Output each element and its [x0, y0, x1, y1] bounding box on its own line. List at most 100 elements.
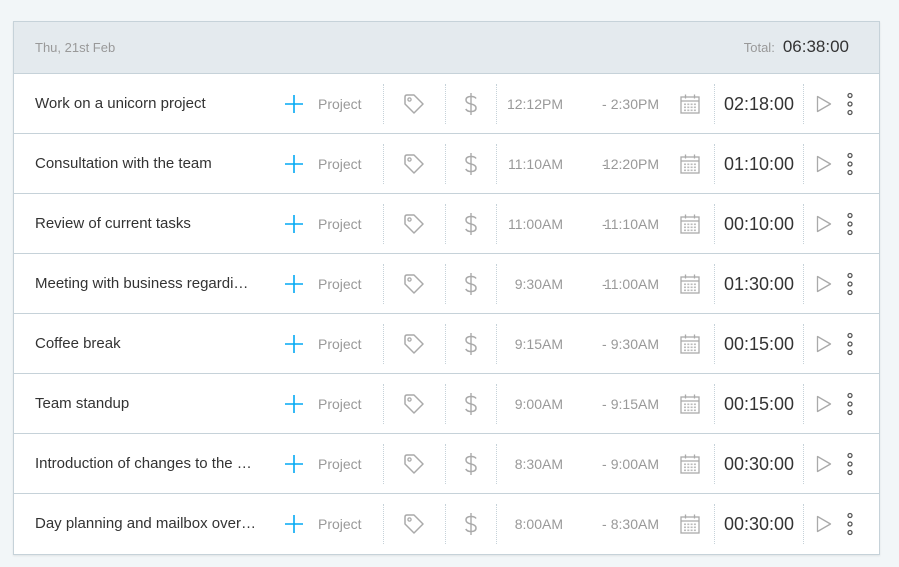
time-range[interactable]: 9:15AM - 9:30AM — [497, 314, 662, 374]
start-time[interactable]: 8:00AM — [515, 516, 563, 532]
tag-button[interactable] — [383, 374, 445, 434]
more-actions-button[interactable] — [844, 74, 856, 134]
dollar-icon — [464, 92, 478, 116]
entry-description[interactable]: Day planning and mailbox over… — [35, 494, 275, 554]
more-actions-button[interactable] — [844, 374, 856, 434]
entry-description[interactable]: Coffee break — [35, 314, 275, 374]
billable-button[interactable] — [445, 254, 496, 314]
end-time[interactable]: 9:30AM — [611, 336, 659, 352]
date-picker-button[interactable] — [679, 314, 701, 374]
start-time[interactable]: 9:00AM — [515, 396, 563, 412]
more-actions-button[interactable] — [844, 254, 856, 314]
time-range[interactable]: 11:00AM - 11:10AM — [497, 194, 662, 254]
date-picker-button[interactable] — [679, 434, 701, 494]
entry-description[interactable]: Introduction of changes to the … — [35, 434, 275, 494]
tag-button[interactable] — [383, 134, 445, 194]
time-range[interactable]: 11:10AM - 12:20PM — [497, 134, 662, 194]
entry-description[interactable]: Team standup — [35, 374, 275, 434]
add-project-button[interactable]: Project — [284, 434, 382, 494]
billable-button[interactable] — [445, 374, 496, 434]
entry-duration[interactable]: 01:30:00 — [715, 254, 803, 314]
play-icon — [816, 155, 832, 173]
continue-timer-button[interactable] — [804, 254, 844, 314]
end-time[interactable]: 9:00AM — [611, 456, 659, 472]
billable-button[interactable] — [445, 194, 496, 254]
time-entry-row: Review of current tasks Project 11:00AM … — [14, 194, 879, 254]
start-time[interactable]: 9:15AM — [515, 336, 563, 352]
billable-button[interactable] — [445, 434, 496, 494]
tag-button[interactable] — [383, 434, 445, 494]
start-time[interactable]: 8:30AM — [515, 456, 563, 472]
continue-timer-button[interactable] — [804, 434, 844, 494]
entry-description[interactable]: Meeting with business regardi… — [35, 254, 275, 314]
billable-button[interactable] — [445, 74, 496, 134]
add-project-button[interactable]: Project — [284, 374, 382, 434]
date-picker-button[interactable] — [679, 74, 701, 134]
day-header: Thu, 21st Feb Total: 06:38:00 — [14, 22, 879, 74]
entry-duration[interactable]: 01:10:00 — [715, 134, 803, 194]
add-project-button[interactable]: Project — [284, 314, 382, 374]
day-total: Total: 06:38:00 — [744, 37, 849, 57]
end-time[interactable]: 11:10AM — [604, 216, 659, 232]
date-picker-button[interactable] — [679, 494, 701, 554]
entry-duration[interactable]: 00:15:00 — [715, 374, 803, 434]
billable-button[interactable] — [445, 494, 496, 554]
start-time[interactable]: 9:30AM — [515, 276, 563, 292]
date-picker-button[interactable] — [679, 134, 701, 194]
more-actions-button[interactable] — [844, 194, 856, 254]
entry-description[interactable]: Review of current tasks — [35, 194, 275, 254]
continue-timer-button[interactable] — [804, 494, 844, 554]
tag-button[interactable] — [383, 194, 445, 254]
date-picker-button[interactable] — [679, 374, 701, 434]
time-range[interactable]: 8:00AM - 8:30AM — [497, 494, 662, 554]
entry-duration[interactable]: 00:30:00 — [715, 494, 803, 554]
billable-button[interactable] — [445, 314, 496, 374]
date-picker-button[interactable] — [679, 254, 701, 314]
start-time[interactable]: 11:00AM — [508, 216, 563, 232]
time-range[interactable]: 9:30AM - 11:00AM — [497, 254, 662, 314]
tag-button[interactable] — [383, 314, 445, 374]
end-time[interactable]: 8:30AM — [611, 516, 659, 532]
add-project-button[interactable]: Project — [284, 74, 382, 134]
tag-button[interactable] — [383, 254, 445, 314]
entry-duration[interactable]: 00:10:00 — [715, 194, 803, 254]
more-actions-button[interactable] — [844, 434, 856, 494]
time-entry-list: Work on a unicorn project Project 12:12P… — [14, 74, 879, 554]
tag-button[interactable] — [383, 494, 445, 554]
time-range[interactable]: 8:30AM - 9:00AM — [497, 434, 662, 494]
entry-duration[interactable]: 02:18:00 — [715, 74, 803, 134]
tag-button[interactable] — [383, 74, 445, 134]
time-entry-row: Day planning and mailbox over… Project 8… — [14, 494, 879, 554]
continue-timer-button[interactable] — [804, 314, 844, 374]
start-time[interactable]: 12:12PM — [507, 96, 563, 112]
end-time[interactable]: 2:30PM — [611, 96, 659, 112]
end-time[interactable]: 12:20PM — [603, 156, 659, 172]
more-actions-button[interactable] — [844, 314, 856, 374]
project-label: Project — [318, 276, 362, 292]
entry-description[interactable]: Work on a unicorn project — [35, 74, 275, 134]
more-actions-button[interactable] — [844, 134, 856, 194]
entry-description[interactable]: Consultation with the team — [35, 134, 275, 194]
continue-timer-button[interactable] — [804, 134, 844, 194]
entry-duration[interactable]: 00:30:00 — [715, 434, 803, 494]
start-time[interactable]: 11:10AM — [508, 156, 563, 172]
continue-timer-button[interactable] — [804, 374, 844, 434]
continue-timer-button[interactable] — [804, 74, 844, 134]
add-project-button[interactable]: Project — [284, 194, 382, 254]
billable-button[interactable] — [445, 134, 496, 194]
calendar-icon — [680, 94, 700, 114]
more-vertical-icon — [846, 272, 854, 296]
more-vertical-icon — [846, 332, 854, 356]
add-project-button[interactable]: Project — [284, 134, 382, 194]
more-actions-button[interactable] — [844, 494, 856, 554]
continue-timer-button[interactable] — [804, 194, 844, 254]
time-range[interactable]: 9:00AM - 9:15AM — [497, 374, 662, 434]
total-label: Total: — [743, 40, 775, 55]
entry-duration[interactable]: 00:15:00 — [715, 314, 803, 374]
time-range[interactable]: 12:12PM - 2:30PM — [497, 74, 662, 134]
date-picker-button[interactable] — [679, 194, 701, 254]
add-project-button[interactable]: Project — [284, 254, 382, 314]
end-time[interactable]: 9:15AM — [611, 396, 659, 412]
end-time[interactable]: 11:00AM — [604, 276, 659, 292]
add-project-button[interactable]: Project — [284, 494, 382, 554]
